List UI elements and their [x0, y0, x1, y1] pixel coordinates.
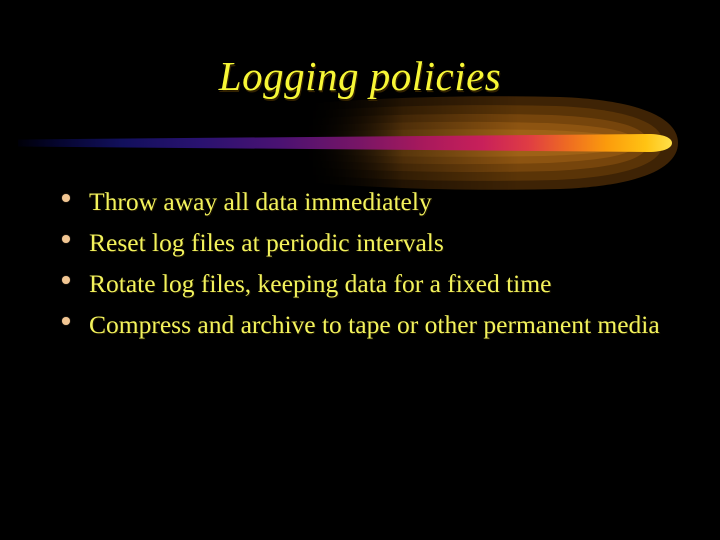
list-item: Throw away all data immediately — [56, 182, 664, 221]
comet-glow-band-5 — [115, 129, 626, 157]
bullet-dot-icon — [62, 194, 70, 202]
bullet-dot-icon — [62, 276, 70, 284]
list-item-label: Compress and archive to tape or other pe… — [89, 310, 660, 339]
list-item: Rotate log files, keeping data for a fix… — [56, 264, 664, 303]
comet-glow-band-3 — [60, 113, 648, 173]
bullet-dot-icon — [62, 235, 70, 243]
slide: Logging policies Throw away all data imm… — [0, 0, 720, 540]
comet-core-bar — [18, 134, 672, 152]
comet-glow-band-2 — [40, 105, 663, 181]
list-item-label: Rotate log files, keeping data for a fix… — [89, 269, 552, 298]
list-item: Reset log files at periodic intervals — [56, 223, 664, 262]
comet-glow-band-4 — [85, 121, 636, 165]
comet-glow-band-1 — [20, 96, 678, 190]
comet-swoosh-icon — [18, 96, 678, 190]
bullet-list: Throw away all data immediately Reset lo… — [56, 182, 664, 346]
comet-swoosh-divider — [0, 92, 720, 194]
page-title: Logging policies — [218, 53, 502, 99]
list-item: Compress and archive to tape or other pe… — [56, 305, 664, 344]
list-item-label: Throw away all data immediately — [89, 187, 432, 216]
bullet-dot-icon — [62, 317, 70, 325]
list-item-label: Reset log files at periodic intervals — [89, 228, 444, 257]
